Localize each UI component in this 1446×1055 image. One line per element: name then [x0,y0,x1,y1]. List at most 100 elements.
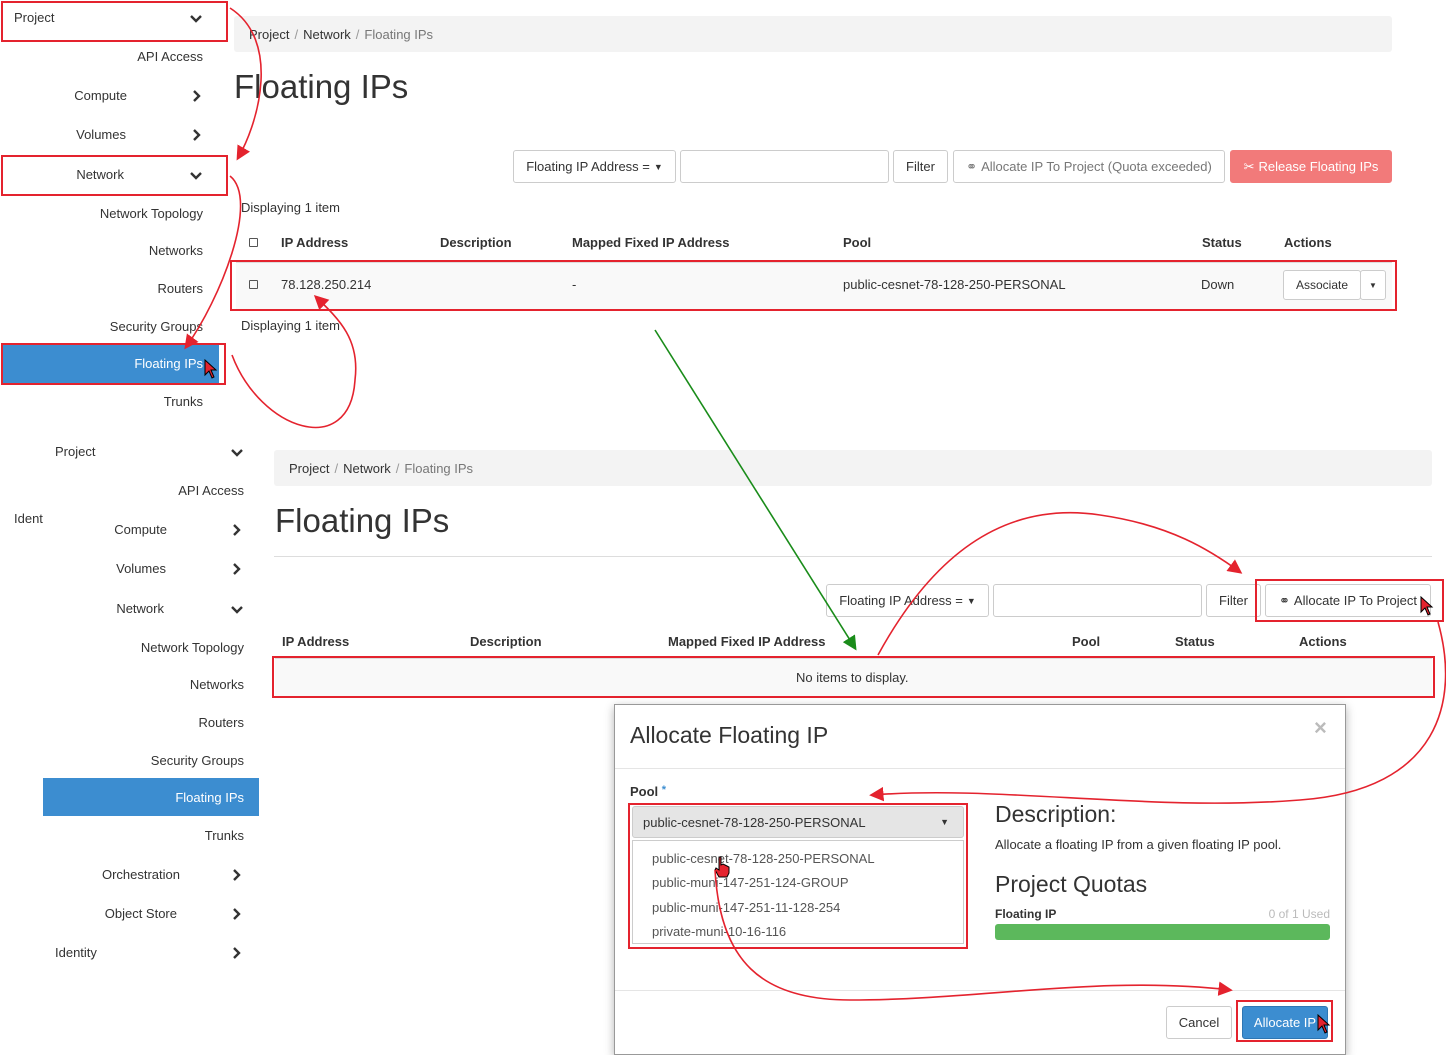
release-label: Release Floating IPs [1258,159,1379,174]
mouse-cursor-icon [204,359,218,379]
quota-progress-bar [995,924,1330,940]
quota-value: 0 of 1 Used [1268,907,1330,921]
annotation-box-pool [628,803,968,949]
link-icon: ⚭ [966,158,978,174]
breadcrumb-project[interactable]: Project [249,27,289,42]
mouse-cursor-icon [1317,1014,1331,1034]
title-divider [274,556,1432,557]
sidebar-ident-label: Ident [14,511,43,526]
column-header-status[interactable]: Status [1175,634,1215,649]
breadcrumb: Project / Network / Floating IPs [274,450,1432,486]
select-all-checkbox[interactable] [249,238,258,247]
column-header-ip[interactable]: IP Address [281,235,348,250]
column-header-description[interactable]: Description [440,235,512,250]
sidebar-item-networks[interactable]: Networks [190,677,244,692]
pool-label-text: Pool [630,784,659,799]
quota-progress-fill [995,924,1330,940]
pool-label: Pool * [630,784,666,799]
breadcrumb-network[interactable]: Network [343,461,391,476]
column-header-ip[interactable]: IP Address [282,634,349,649]
column-header-description[interactable]: Description [470,634,542,649]
arrow-floating-ips-to-row [231,295,357,429]
column-header-status[interactable]: Status [1202,235,1242,250]
sidebar-item-network-topology[interactable]: Network Topology [141,640,244,655]
sidebar-item-orchestration[interactable]: Orchestration [102,867,180,882]
sidebar-item-networks[interactable]: Networks [149,243,203,258]
annotation-box-project [1,1,228,42]
column-header-mapped[interactable]: Mapped Fixed IP Address [572,235,730,250]
chevron-right-icon [233,563,241,575]
filter-input[interactable] [680,150,889,183]
required-mark: * [661,784,667,796]
allocate-label: Allocate IP To Project (Quota exceeded) [981,159,1212,174]
sidebar-item-volumes[interactable]: Volumes [76,127,126,142]
sidebar-item-floating-ips[interactable]: Floating IPs [175,790,244,805]
column-header-actions: Actions [1284,235,1332,250]
release-floating-ips-button[interactable]: ✂ Release Floating IPs [1230,150,1392,183]
sidebar-item-routers[interactable]: Routers [157,281,203,296]
filter-button[interactable]: Filter [1206,584,1261,617]
filter-field-label: Floating IP Address = [526,159,650,174]
page-title: Floating IPs [234,68,409,105]
filter-button[interactable]: Filter [893,150,948,183]
sidebar-item-trunks[interactable]: Trunks [164,394,203,409]
sidebar-item-api-access[interactable]: API Access [178,483,244,498]
annotation-box-network [1,155,228,196]
close-icon[interactable]: × [1314,715,1327,741]
column-header-pool[interactable]: Pool [1072,634,1100,649]
quotas-heading: Project Quotas [995,871,1148,897]
sidebar-item-volumes[interactable]: Volumes [116,561,166,576]
modal-header-divider [615,768,1345,769]
modal-title: Allocate Floating IP [630,722,829,748]
sidebar-item-trunks[interactable]: Trunks [205,828,244,843]
filter-field-label: Floating IP Address = [839,593,963,608]
annotation-box-empty-row [272,656,1435,698]
sidebar-item-security-groups[interactable]: Security Groups [151,753,244,768]
chevron-right-icon [233,524,241,536]
sidebar-item-routers[interactable]: Routers [198,715,244,730]
filter-field-select[interactable]: Floating IP Address = ▼ [513,150,676,183]
chevron-right-icon [193,129,201,141]
chevron-right-icon [233,869,241,881]
sidebar-item-object-store[interactable]: Object Store [105,906,177,921]
page-title: Floating IPs [275,502,450,539]
breadcrumb-current: Floating IPs [404,461,474,476]
chevron-right-icon [233,947,241,959]
sidebar-item-project[interactable]: Project [55,444,95,459]
caret-down-icon: ▼ [966,595,976,606]
allocate-ip-button-disabled[interactable]: ⚭ Allocate IP To Project (Quota exceeded… [953,150,1225,183]
filter-field-select[interactable]: Floating IP Address = ▼ [826,584,989,617]
column-header-mapped[interactable]: Mapped Fixed IP Address [668,634,826,649]
quota-label: Floating IP [995,907,1057,921]
breadcrumb-current: Floating IPs [364,27,434,42]
breadcrumb: Project / Network / Floating IPs [234,16,1392,52]
annotation-box-table-row [230,260,1397,311]
caret-down-icon: ▼ [653,161,663,172]
displaying-count-top-footer: Displaying 1 item [241,318,340,333]
chevron-right-icon [233,908,241,920]
arrow-green-to-empty-table [654,329,857,651]
modal-footer-divider [615,990,1345,991]
annotation-box-floating-ips [1,343,226,385]
displaying-count-top: Displaying 1 item [241,200,340,215]
chevron-down-icon [231,606,243,614]
column-header-actions: Actions [1299,634,1347,649]
column-header-pool[interactable]: Pool [843,235,871,250]
sidebar-item-network-topology[interactable]: Network Topology [100,206,203,221]
unlink-icon: ✂ [1243,158,1255,174]
chevron-right-icon [193,90,201,102]
chevron-down-icon [231,449,243,457]
breadcrumb-network[interactable]: Network [303,27,351,42]
sidebar-item-identity[interactable]: Identity [55,945,97,960]
cancel-button[interactable]: Cancel [1166,1006,1232,1039]
sidebar-item-compute[interactable]: Compute [114,522,167,537]
description-text: Allocate a floating IP from a given floa… [995,837,1282,852]
filter-input[interactable] [993,584,1202,617]
annotation-box-allocate [1255,579,1444,622]
sidebar-item-compute[interactable]: Compute [74,88,127,103]
sidebar-item-api-access[interactable]: API Access [137,49,203,64]
breadcrumb-project[interactable]: Project [289,461,329,476]
description-heading: Description: [995,801,1117,827]
sidebar-item-network[interactable]: Network [116,601,164,616]
sidebar-item-security-groups[interactable]: Security Groups [110,319,203,334]
